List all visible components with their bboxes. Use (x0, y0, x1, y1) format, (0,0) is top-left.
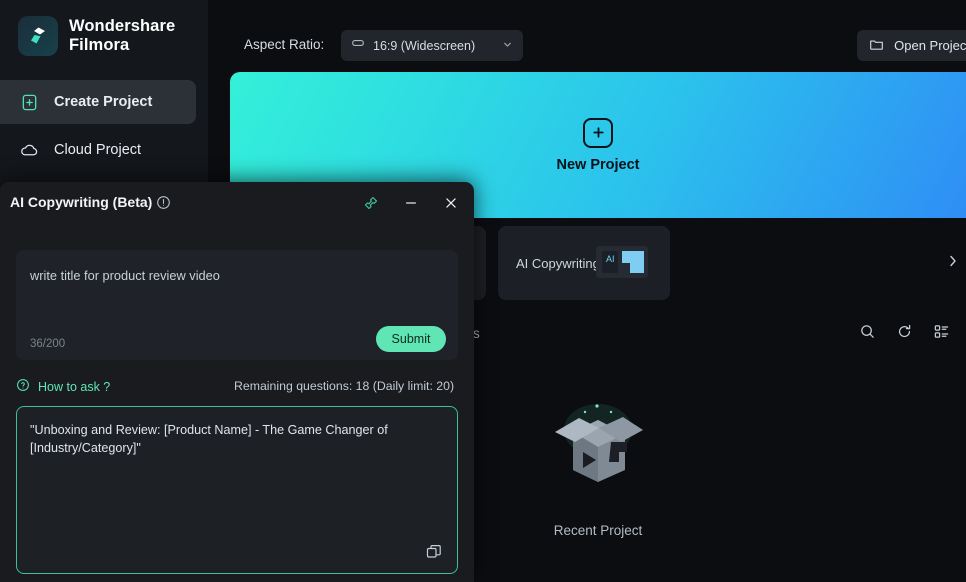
prompt-input[interactable]: write title for product review video (30, 268, 220, 283)
tool-card-ai-copywriting[interactable]: AI Copywriting AI (498, 226, 670, 300)
sidebar-item-label: Cloud Project (54, 142, 142, 158)
list-view-icon[interactable] (933, 323, 950, 345)
minimize-icon[interactable] (400, 192, 422, 214)
info-circle-icon[interactable] (156, 195, 171, 215)
new-project-label: New Project (556, 156, 640, 173)
result-output-box[interactable]: "Unboxing and Review: [Product Name] - T… (16, 406, 458, 574)
tool-card-label: AI Copywriting (516, 255, 600, 271)
result-text: "Unboxing and Review: [Product Name] - T… (30, 423, 388, 456)
svg-text:AI: AI (606, 254, 615, 264)
brand-name: Wondershare Filmora (69, 17, 176, 54)
chevron-down-icon (502, 37, 513, 55)
how-to-ask-label: How to ask ? (38, 379, 111, 394)
ai-copywriting-dialog: AI Copywriting (Beta) write title for pr… (0, 182, 474, 582)
carousel-next-button[interactable] (942, 250, 964, 276)
open-project-label: Open Project (894, 38, 966, 53)
copy-icon[interactable] (425, 543, 443, 561)
search-icon[interactable] (859, 323, 876, 345)
prompt-input-box[interactable]: write title for product review video 36/… (16, 250, 458, 360)
aspect-ratio-label: Aspect Ratio: (244, 37, 325, 52)
dialog-meta-row: How to ask ? Remaining questions: 18 (Da… (16, 378, 458, 398)
refresh-icon[interactable] (896, 323, 913, 345)
sidebar-item-label: Create Project (54, 94, 153, 110)
topbar: Aspect Ratio: 16:9 (Widescreen) Open Pro… (208, 0, 966, 72)
aspect-ratio-value: 16:9 (Widescreen) (373, 38, 476, 53)
filmora-diamond-logo-icon (18, 16, 58, 56)
sidebar-item-cloud-project[interactable]: Cloud Project (0, 128, 196, 172)
plus-square-icon (583, 117, 613, 148)
dialog-titlebar[interactable]: AI Copywriting (Beta) (0, 182, 474, 224)
ai-screen-art-icon: AI (588, 234, 660, 292)
chevron-right-icon (948, 254, 958, 273)
dialog-window-controls (360, 192, 462, 214)
folder-icon (869, 37, 884, 55)
close-icon[interactable] (440, 192, 462, 214)
empty-open-box-illustration-icon (533, 390, 663, 505)
filmora-launcher-window: Wondershare Filmora Create Project Cloud… (0, 0, 966, 582)
submit-button[interactable]: Submit (376, 326, 446, 352)
remaining-questions-text: Remaining questions: 18 (Daily limit: 20… (234, 379, 455, 393)
recent-project-empty-label: Recent Project (553, 523, 643, 538)
new-file-plus-icon (18, 91, 40, 113)
dialog-title: AI Copywriting (Beta) (10, 194, 153, 210)
sidebar-nav: Create Project Cloud Project (0, 80, 208, 172)
open-project-button[interactable]: Open Project (857, 30, 966, 61)
question-circle-icon (16, 378, 30, 395)
aspect-ratio-select[interactable]: 16:9 (Widescreen) (341, 30, 523, 61)
pin-icon[interactable] (360, 192, 382, 214)
ratio-rectangle-icon (351, 36, 365, 55)
cloud-icon (18, 139, 40, 161)
brand: Wondershare Filmora (0, 0, 208, 56)
sidebar-item-create-project[interactable]: Create Project (0, 80, 196, 124)
recent-projects-toolbar (859, 323, 950, 345)
character-counter: 36/200 (30, 338, 66, 350)
